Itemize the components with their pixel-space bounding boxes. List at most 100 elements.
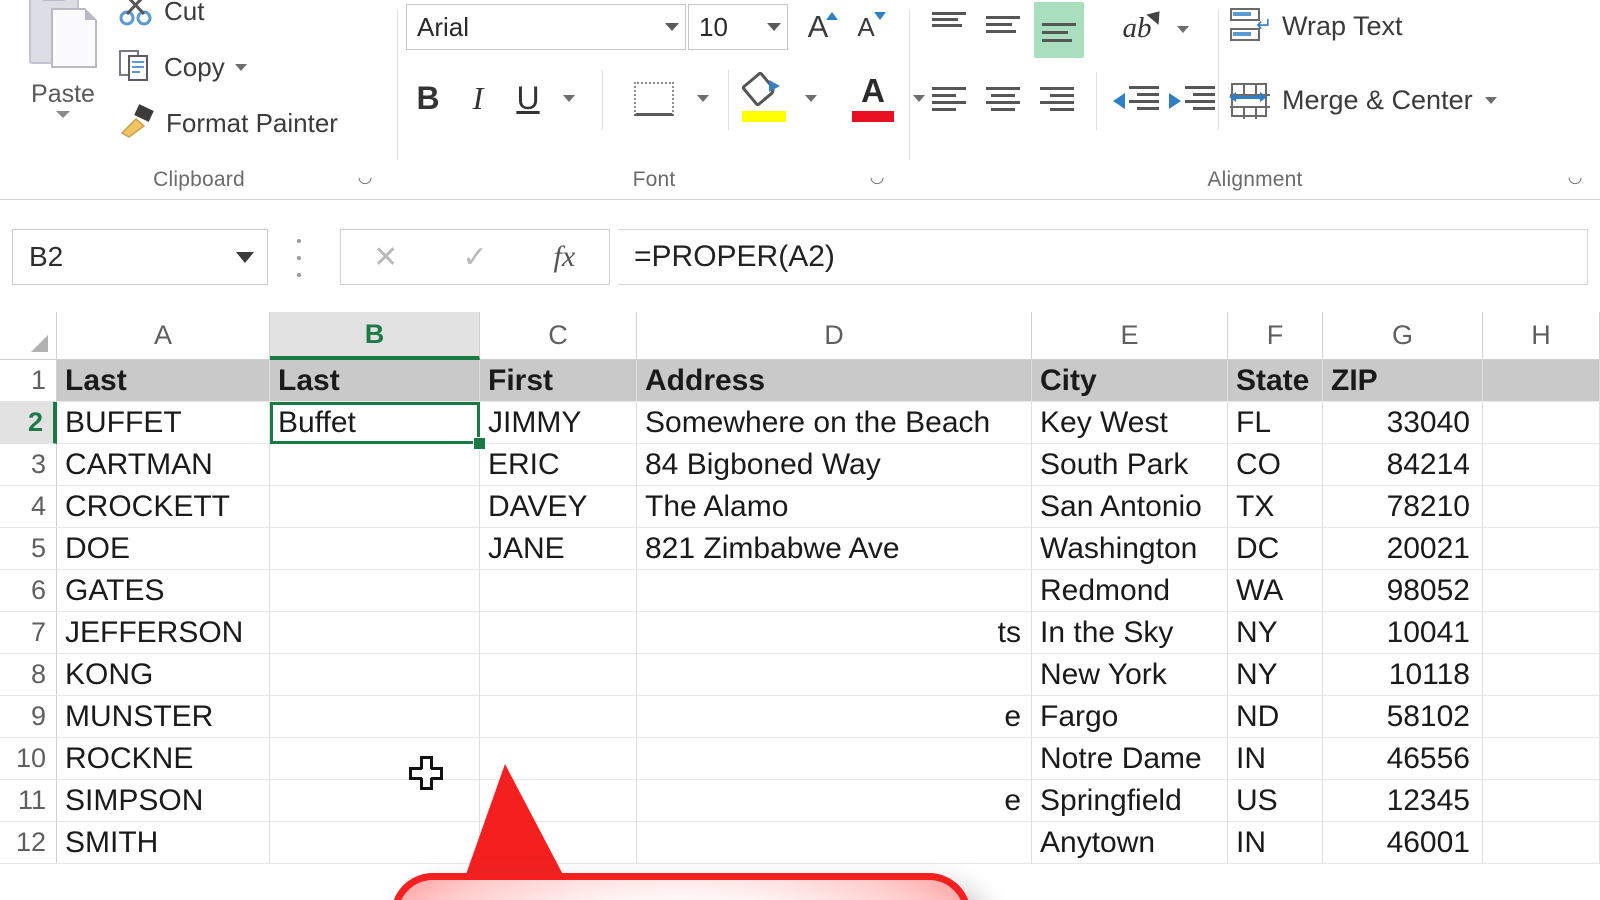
column-header-f[interactable]: F (1228, 312, 1323, 360)
copy-dropdown-caret-icon[interactable] (234, 63, 247, 71)
font-name-caret-icon[interactable] (659, 23, 685, 31)
cell-G11[interactable]: 12345 (1323, 780, 1483, 822)
select-all-corner[interactable] (0, 312, 57, 360)
cell-C4[interactable]: DAVEY (480, 486, 637, 528)
cell-H5[interactable] (1483, 528, 1600, 570)
align-top-button[interactable] (926, 4, 972, 48)
cell-B7[interactable] (270, 612, 480, 654)
cell-F6[interactable]: WA (1228, 570, 1323, 612)
cell-D6[interactable] (637, 570, 1032, 612)
cell-D7[interactable]: ts (637, 612, 1032, 654)
cell-D12[interactable] (637, 822, 1032, 864)
cell-H7[interactable] (1483, 612, 1600, 654)
cell-E1[interactable]: City (1032, 360, 1228, 402)
cell-C6[interactable] (480, 570, 637, 612)
align-right-button[interactable] (1034, 78, 1080, 122)
bold-button[interactable]: B (406, 72, 450, 124)
cell-B4[interactable] (270, 486, 480, 528)
row-header-1[interactable]: 1 (0, 360, 57, 402)
cell-G2[interactable]: 33040 (1323, 402, 1483, 444)
cell-D2[interactable]: Somewhere on the Beach (637, 402, 1032, 444)
cell-E2[interactable]: Key West (1032, 402, 1228, 444)
wrap-text-button[interactable]: ↵ Wrap Text (1230, 6, 1403, 46)
font-dialog-launcher[interactable]: ◡ (866, 166, 888, 188)
column-header-d[interactable]: D (637, 312, 1032, 360)
cell-G9[interactable]: 58102 (1323, 696, 1483, 738)
cell-F9[interactable]: ND (1228, 696, 1323, 738)
align-center-button[interactable] (980, 78, 1026, 122)
cell-C7[interactable] (480, 612, 637, 654)
cell-F3[interactable]: CO (1228, 444, 1323, 486)
orientation-button[interactable]: ab (1110, 4, 1166, 52)
insert-function-button[interactable]: fx (520, 240, 609, 274)
cell-F5[interactable]: DC (1228, 528, 1323, 570)
cell-D10[interactable] (637, 738, 1032, 780)
cell-B8[interactable] (270, 654, 480, 696)
fill-color-icon[interactable] (740, 70, 788, 122)
cell-H11[interactable] (1483, 780, 1600, 822)
cell-A12[interactable]: SMITH (57, 822, 270, 864)
cell-G12[interactable]: 46001 (1323, 822, 1483, 864)
increase-indent-button[interactable] (1166, 80, 1218, 120)
row-header-12[interactable]: 12 (0, 822, 57, 864)
cell-B10[interactable] (270, 738, 480, 780)
orientation-dropdown-caret[interactable] (1168, 12, 1198, 46)
italic-button[interactable]: I (456, 72, 500, 124)
row-header-11[interactable]: 11 (0, 780, 57, 822)
cell-G7[interactable]: 10041 (1323, 612, 1483, 654)
cell-A9[interactable]: MUNSTER (57, 696, 270, 738)
cell-F10[interactable]: IN (1228, 738, 1323, 780)
name-box[interactable]: B2 (12, 229, 268, 285)
cell-A8[interactable]: KONG (57, 654, 270, 696)
cell-F12[interactable]: IN (1228, 822, 1323, 864)
cell-E10[interactable]: Notre Dame (1032, 738, 1228, 780)
cell-H2[interactable] (1483, 402, 1600, 444)
cell-E6[interactable]: Redmond (1032, 570, 1228, 612)
cell-C1[interactable]: First (480, 360, 637, 402)
alignment-dialog-launcher[interactable]: ◡ (1564, 166, 1586, 188)
row-header-4[interactable]: 4 (0, 486, 57, 528)
cell-D9[interactable]: e (637, 696, 1032, 738)
cell-E4[interactable]: San Antonio (1032, 486, 1228, 528)
cell-D3[interactable]: 84 Bigboned Way (637, 444, 1032, 486)
cell-F4[interactable]: TX (1228, 486, 1323, 528)
font-name-combobox[interactable]: Arial (406, 4, 686, 50)
cell-B9[interactable] (270, 696, 480, 738)
increase-font-size-button[interactable]: A (796, 6, 840, 48)
cell-G10[interactable]: 46556 (1323, 738, 1483, 780)
cell-G8[interactable]: 10118 (1323, 654, 1483, 696)
cut-button[interactable]: Cut (118, 0, 204, 32)
cell-H10[interactable] (1483, 738, 1600, 780)
cell-C9[interactable] (480, 696, 637, 738)
borders-icon[interactable] (634, 82, 674, 116)
decrease-indent-button[interactable] (1110, 80, 1162, 120)
cell-C2[interactable]: JIMMY (480, 402, 637, 444)
cell-D1[interactable]: Address (637, 360, 1032, 402)
cell-F2[interactable]: FL (1228, 402, 1323, 444)
fill-color-dropdown-caret[interactable] (796, 72, 826, 124)
fill-handle[interactable] (473, 437, 486, 450)
cell-E7[interactable]: In the Sky (1032, 612, 1228, 654)
copy-button[interactable]: Copy (118, 46, 247, 88)
cell-F8[interactable]: NY (1228, 654, 1323, 696)
formula-bar-handle[interactable] (295, 239, 303, 277)
column-header-c[interactable]: C (480, 312, 637, 360)
cell-A1[interactable]: Last (57, 360, 270, 402)
cell-G6[interactable]: 98052 (1323, 570, 1483, 612)
row-header-9[interactable]: 9 (0, 696, 57, 738)
cell-F11[interactable]: US (1228, 780, 1323, 822)
column-header-b[interactable]: B (270, 312, 480, 360)
borders-dropdown-caret[interactable] (688, 72, 718, 124)
cell-H8[interactable] (1483, 654, 1600, 696)
cell-F1[interactable]: State (1228, 360, 1323, 402)
column-header-g[interactable]: G (1323, 312, 1483, 360)
cell-B3[interactable] (270, 444, 480, 486)
cell-H9[interactable] (1483, 696, 1600, 738)
clipboard-dialog-launcher[interactable]: ◡ (354, 166, 376, 188)
cell-E12[interactable]: Anytown (1032, 822, 1228, 864)
cell-G4[interactable]: 78210 (1323, 486, 1483, 528)
cell-G1[interactable]: ZIP (1323, 360, 1483, 402)
cell-H6[interactable] (1483, 570, 1600, 612)
cell-H4[interactable] (1483, 486, 1600, 528)
cell-A11[interactable]: SIMPSON (57, 780, 270, 822)
